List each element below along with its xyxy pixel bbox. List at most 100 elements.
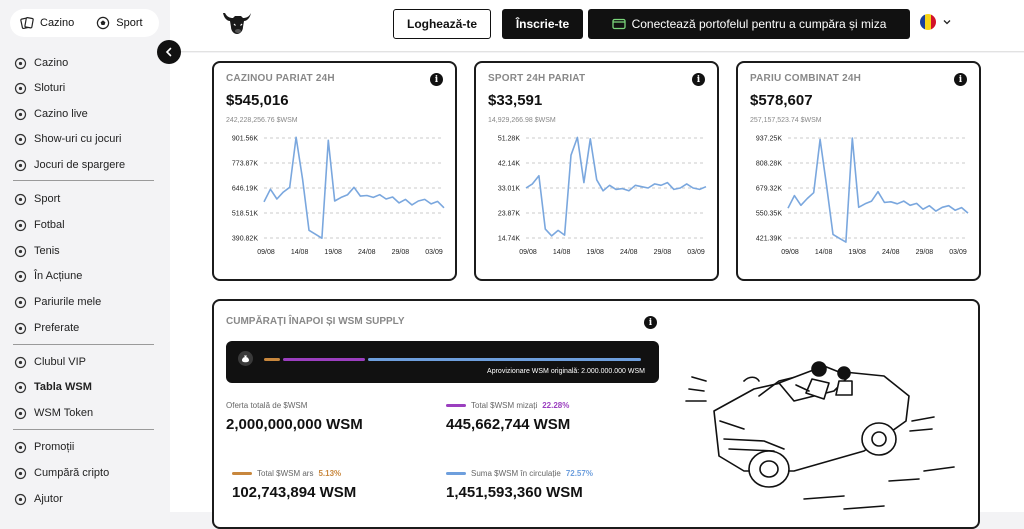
sidebar-item-preferate[interactable]: Preferate bbox=[13, 317, 79, 339]
chevron-left-icon bbox=[165, 47, 172, 57]
card-title: PARIU COMBINAT 24H bbox=[750, 73, 862, 84]
sidebar-item-tenis[interactable]: Tenis bbox=[13, 240, 60, 262]
supply-segment-staked bbox=[283, 358, 366, 361]
rocket-icon bbox=[13, 158, 27, 172]
sidebar-item-label: Sport bbox=[34, 193, 61, 205]
collapse-sidebar-button[interactable] bbox=[157, 40, 181, 64]
sport-line-chart: 51.28K 42.14K 33.01K 23.87K 14.74K 09/08 14/08… bbox=[498, 136, 707, 256]
x-tick-label: 03/09 bbox=[949, 249, 967, 256]
info-icon[interactable]: i bbox=[430, 73, 443, 86]
stat-label: Suma $WSM în circulație bbox=[471, 469, 561, 478]
card-value: $33,591 bbox=[488, 92, 543, 109]
sidebar-item-sloturi[interactable]: Sloturi bbox=[13, 77, 65, 99]
buyback-title: CUMPĂRAȚI ÎNAPOI ȘI WSM SUPPLY bbox=[226, 316, 405, 327]
football-icon bbox=[13, 218, 27, 232]
x-tick-label: 09/08 bbox=[257, 249, 275, 256]
connect-wallet-button[interactable]: Conectează portofelul pentru a cumpăra ș… bbox=[588, 9, 910, 39]
card-title: CAZINOU PARIAT 24H bbox=[226, 73, 335, 84]
card-value: $545,016 bbox=[226, 92, 289, 109]
cards-icon bbox=[13, 56, 27, 70]
sidebar-item-label: Cumpără cripto bbox=[34, 467, 110, 479]
y-tick-label: 518.51K bbox=[232, 211, 258, 218]
stat-label: Total $WSM ars bbox=[257, 469, 314, 478]
sidebar-item-pariurile-mele[interactable]: Pariurile mele bbox=[13, 291, 101, 313]
vip-icon bbox=[13, 355, 27, 369]
supply-segment-circulating bbox=[368, 358, 641, 361]
top-header: Loghează-te Înscrie-te Conectează portof… bbox=[170, 0, 1024, 52]
card-value: $578,607 bbox=[750, 92, 813, 109]
stat-burned: Total $WSM ars 5.13% 102,743,894 WSM bbox=[232, 469, 356, 501]
sidebar-item-ajutor[interactable]: Ajutor bbox=[13, 488, 63, 510]
main-content: CAZINOU PARIAT 24H i $545,016 242,228,25… bbox=[170, 53, 1024, 529]
help-icon bbox=[13, 492, 27, 506]
x-tick-label: 14/08 bbox=[291, 249, 309, 256]
my-bets-icon bbox=[13, 295, 27, 309]
y-tick-label: 33.01K bbox=[498, 186, 521, 193]
casino-wagered-card: CAZINOU PARIAT 24H i $545,016 242,228,25… bbox=[212, 61, 457, 281]
supply-segment-burned bbox=[264, 358, 281, 361]
series-line bbox=[525, 136, 707, 237]
sidebar-item-cumpără-cripto[interactable]: Cumpără cripto bbox=[13, 462, 109, 484]
x-tick-label: 03/09 bbox=[687, 249, 705, 256]
supply-bar: Aprovizionare WSM originală: 2.000.000.0… bbox=[226, 341, 659, 383]
sidebar-item-tabla-wsm[interactable]: Tabla WSM bbox=[13, 376, 92, 398]
login-button[interactable]: Loghează-te bbox=[393, 9, 491, 39]
sidebar-item-promoții[interactable]: Promoții bbox=[13, 436, 74, 458]
sidebar-item-cazino-live[interactable]: Cazino live bbox=[13, 103, 88, 125]
stat-total-supply: Oferta totală de $WSM 2,000,000,000 WSM bbox=[226, 401, 363, 433]
combined-line-chart: 937.25K 808.28K 679.32K 550.35K 421.39K 09/08… bbox=[756, 136, 969, 256]
sidebar-item-în-acțiune[interactable]: În Acțiune bbox=[13, 265, 82, 287]
sidebar-item-label: Fotbal bbox=[34, 219, 65, 231]
y-tick-label: 14.74K bbox=[498, 236, 521, 243]
sidebar-divider bbox=[13, 180, 154, 181]
chevron-down-icon bbox=[943, 20, 951, 25]
sidebar-item-show-uri-cu-jocuri[interactable]: Show-uri cu jocuri bbox=[13, 128, 121, 150]
live-casino-icon bbox=[13, 107, 27, 121]
info-icon[interactable]: i bbox=[954, 73, 967, 86]
sidebar-item-sport[interactable]: Sport bbox=[13, 188, 60, 210]
staked-legend-swatch bbox=[446, 404, 466, 407]
switch-casino-label: Cazino bbox=[40, 17, 75, 29]
sidebar-item-label: Cazino live bbox=[34, 108, 88, 120]
romania-flag-icon bbox=[920, 14, 936, 30]
stat-label: Total $WSM mizați bbox=[471, 401, 538, 410]
burned-legend-swatch bbox=[232, 472, 252, 475]
info-icon[interactable]: i bbox=[692, 73, 705, 86]
bull-logo-icon bbox=[223, 13, 251, 34]
x-tick-label: 03/09 bbox=[425, 249, 443, 256]
sidebar-item-jocuri-de-spargere[interactable]: Jocuri de spargere bbox=[13, 154, 125, 176]
tennis-icon bbox=[13, 244, 27, 258]
signup-button[interactable]: Înscrie-te bbox=[502, 9, 583, 39]
sidebar-item-fotbal[interactable]: Fotbal bbox=[13, 214, 65, 236]
original-supply-label: Aprovizionare WSM originală: 2.000.000.0… bbox=[487, 368, 645, 375]
sidebar-item-cazino[interactable]: Cazino bbox=[13, 52, 68, 74]
sidebar-item-label: Tenis bbox=[34, 245, 60, 257]
money-bag-icon bbox=[238, 351, 253, 366]
sidebar-item-label: WSM Token bbox=[34, 407, 94, 419]
switch-sport[interactable]: Sport bbox=[96, 16, 143, 30]
bull-logo[interactable] bbox=[222, 7, 254, 39]
y-tick-label: 42.14K bbox=[498, 161, 521, 168]
buy-crypto-icon bbox=[13, 466, 27, 480]
language-selector[interactable] bbox=[920, 14, 952, 30]
x-tick-label: 24/08 bbox=[358, 249, 376, 256]
sidebar-item-label: Promoții bbox=[34, 441, 75, 453]
sidebar-divider bbox=[13, 344, 154, 345]
wallet-icon bbox=[611, 18, 626, 30]
x-tick-label: 09/08 bbox=[781, 249, 799, 256]
combined-wagered-card: PARIU COMBINAT 24H i $578,607 257,157,52… bbox=[736, 61, 981, 281]
sport-icon bbox=[13, 192, 27, 206]
connect-wallet-label: Conectează portofelul pentru a cumpăra ș… bbox=[631, 17, 887, 31]
stat-staked: Total $WSM mizați 22.28% 445,662,744 WSM bbox=[446, 401, 570, 433]
sport-wagered-card: SPORT 24H PARIAT i $33,591 14,929,266.98… bbox=[474, 61, 719, 281]
switch-casino[interactable]: Cazino bbox=[20, 16, 74, 30]
stat-value: 2,000,000,000 WSM bbox=[226, 416, 363, 433]
sidebar-item-wsm-token[interactable]: WSM Token bbox=[13, 402, 93, 424]
x-tick-label: 24/08 bbox=[882, 249, 900, 256]
gift-icon bbox=[13, 440, 27, 454]
sidebar-item-clubul-vip[interactable]: Clubul VIP bbox=[13, 351, 86, 373]
leaderboard-icon bbox=[13, 380, 27, 394]
y-tick-label: 646.19K bbox=[232, 186, 258, 193]
sidebar-item-label: Show-uri cu jocuri bbox=[34, 133, 122, 145]
info-icon[interactable]: i bbox=[644, 316, 657, 329]
